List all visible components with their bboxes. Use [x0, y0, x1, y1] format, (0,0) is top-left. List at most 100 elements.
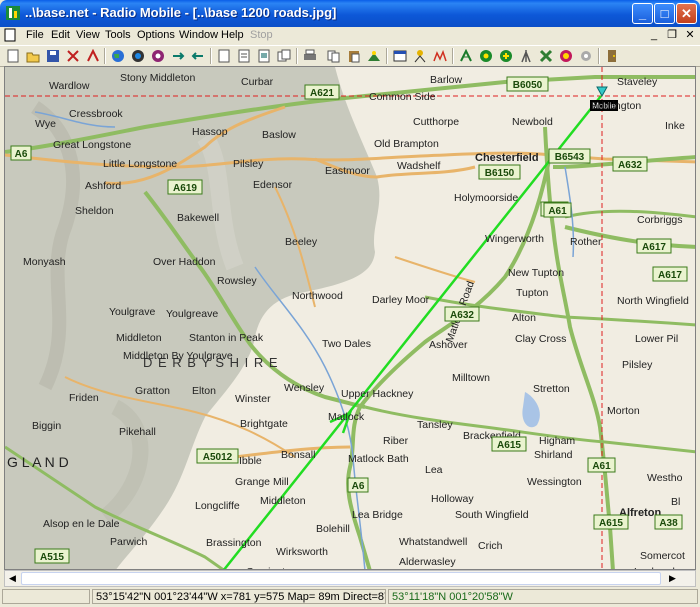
place-label: New Tupton	[508, 267, 564, 279]
road-shield-label: B6050	[513, 80, 543, 91]
menu-stop[interactable]: Stop	[250, 29, 273, 41]
copy-icon[interactable]	[326, 48, 342, 64]
tool-a-icon[interactable]	[170, 48, 186, 64]
toolbar-separator	[296, 48, 298, 64]
paste-icon[interactable]	[346, 48, 362, 64]
place-label: Shirland	[534, 449, 573, 461]
place-label: Beeley	[285, 236, 318, 248]
map-properties-icon[interactable]	[236, 48, 252, 64]
save-icon[interactable]	[45, 48, 61, 64]
place-label: Alderwasley	[399, 556, 456, 568]
place-label: South Wingfield	[455, 509, 529, 521]
mdi-close-button[interactable]: ✕	[682, 28, 698, 42]
place-label: Longcliffe	[195, 500, 240, 512]
tower-icon[interactable]	[498, 48, 514, 64]
close-button[interactable]: ✕	[676, 3, 697, 24]
road-shield-label: A38	[659, 518, 678, 529]
map-canvas[interactable]: Mobile D E R B Y S H I R E G L A N D War…	[5, 67, 696, 570]
scroll-left-arrow-icon[interactable]: ◀	[5, 572, 20, 585]
globe-icon[interactable]	[110, 48, 126, 64]
stack-icon[interactable]	[276, 48, 292, 64]
menu-help[interactable]: Help	[221, 29, 244, 41]
copy-picture-icon[interactable]	[256, 48, 272, 64]
place-label: Pilsley	[622, 359, 653, 371]
place-label: Bl	[671, 496, 680, 508]
place-label: Barlow	[430, 74, 463, 86]
toolbar-separator	[386, 48, 388, 64]
network-properties-icon[interactable]	[65, 48, 81, 64]
color-icon[interactable]	[538, 48, 554, 64]
horizontal-scrollbar[interactable]: ◀ ▶	[4, 570, 696, 587]
menu-view[interactable]: View	[76, 29, 100, 41]
mdi-minimize-button[interactable]: _	[646, 28, 662, 42]
minimize-button[interactable]: _	[632, 3, 653, 24]
place-label: Monyash	[23, 256, 66, 268]
delete-link-icon[interactable]	[85, 48, 101, 64]
place-label: Wye	[35, 118, 56, 130]
place-label: Rother	[570, 236, 602, 248]
wizard-icon[interactable]	[558, 48, 574, 64]
settings-icon[interactable]	[518, 48, 534, 64]
place-label: Common Side	[369, 91, 436, 103]
place-label: Matlock	[328, 411, 365, 423]
open-folder-icon[interactable]	[25, 48, 41, 64]
road-shield-label: A632	[450, 310, 474, 321]
place-label: Westho	[647, 472, 683, 484]
merge-pictures-icon[interactable]	[150, 48, 166, 64]
menu-edit[interactable]: Edit	[51, 29, 70, 41]
interference-icon[interactable]	[458, 48, 474, 64]
place-label: Morton	[607, 405, 640, 417]
tool-b-icon[interactable]	[190, 48, 206, 64]
place-label: Little Longstone	[103, 158, 177, 170]
place-label: Wensley	[284, 382, 325, 394]
mdi-restore-button[interactable]: ❐	[664, 28, 680, 42]
exit-door-icon[interactable]	[604, 48, 620, 64]
place-label: Tansley	[417, 419, 453, 431]
place-label: Elton	[192, 385, 216, 397]
place-label: Alton	[512, 312, 536, 324]
place-label: Newbold	[512, 116, 553, 128]
place-label: Baslow	[262, 129, 296, 141]
place-label: Matlock Bath	[348, 453, 409, 465]
polar-coverage-icon[interactable]	[412, 48, 428, 64]
menu-file[interactable]: File	[26, 29, 44, 41]
place-label: Two Dales	[322, 338, 371, 350]
road-shield-label: A621	[310, 88, 334, 99]
document-icon[interactable]	[4, 28, 16, 42]
place-label: Riber	[383, 435, 409, 447]
toolbar	[0, 45, 700, 67]
window-title: ..\base.net - Radio Mobile - [..\base 12…	[25, 5, 337, 20]
visual-coverage-icon[interactable]	[392, 48, 408, 64]
menu-tools[interactable]: Tools	[105, 29, 131, 41]
place-label: Bakewell	[177, 212, 219, 224]
picture-properties-icon[interactable]	[216, 48, 232, 64]
place-label: Old Brampton	[374, 138, 439, 150]
toolbar-separator	[104, 48, 106, 64]
menu-options[interactable]: Options	[137, 29, 175, 41]
place-label: Milltown	[452, 372, 490, 384]
place-label: Gratton	[135, 385, 170, 397]
menu-window[interactable]: Window	[179, 29, 218, 41]
place-label: Alsop en le Dale	[43, 518, 120, 530]
status-pane-empty	[2, 589, 90, 604]
radio-link-icon[interactable]	[366, 48, 382, 64]
exit-icon[interactable]	[578, 48, 594, 64]
place-label: Darley Moor	[372, 294, 430, 306]
road-shield-label: A619	[173, 183, 197, 194]
route-coverage-icon[interactable]	[478, 48, 494, 64]
place-label: Wessington	[527, 476, 582, 488]
map-view[interactable]: Mobile D E R B Y S H I R E G L A N D War…	[4, 66, 696, 570]
maximize-button[interactable]: □	[654, 3, 675, 24]
region-label-england: G L A N D	[7, 454, 69, 470]
place-label: Lea Bridge	[352, 509, 403, 521]
road-shield-label: A61	[592, 461, 611, 472]
new-file-icon[interactable]	[5, 48, 21, 64]
print-icon[interactable]	[302, 48, 318, 64]
scrollbar-thumb[interactable]	[21, 572, 661, 585]
elevation-grid-icon[interactable]	[130, 48, 146, 64]
place-label: Whatstandwell	[399, 536, 467, 548]
radio-mobile-app-icon[interactable]	[5, 5, 21, 21]
scroll-right-arrow-icon[interactable]: ▶	[665, 572, 680, 585]
place-label: Friden	[69, 392, 99, 404]
cartesian-coverage-icon[interactable]	[432, 48, 448, 64]
